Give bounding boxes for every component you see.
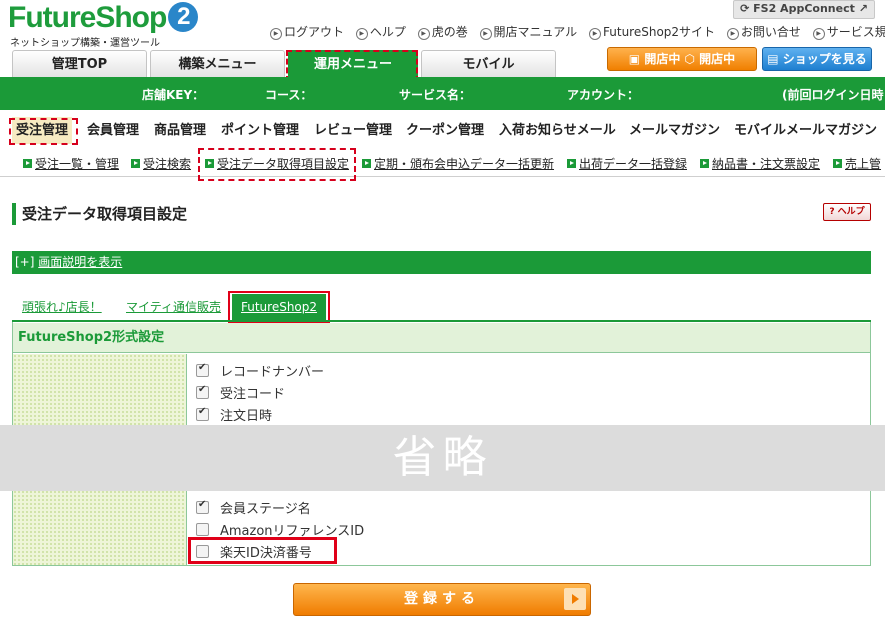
- show-description-link[interactable]: 画面説明を表示: [38, 255, 122, 269]
- submenu-members[interactable]: 会員管理: [87, 117, 139, 144]
- help-link[interactable]: ▶ ヘルプ: [355, 25, 406, 40]
- field-checkbox-item[interactable]: 注文日時: [196, 405, 272, 424]
- shop-status-button[interactable]: ▣ 開店中 ⬡ 開店中: [607, 47, 757, 71]
- logo-tagline: ネットショップ構築・運営ツール: [10, 38, 160, 49]
- submenu-reviews[interactable]: レビュー管理: [314, 117, 392, 144]
- question-icon: ?: [829, 207, 838, 217]
- link-invoice-settings[interactable]: 納品書・注文票設定: [700, 155, 820, 172]
- arrow-icon: ▶: [589, 28, 602, 40]
- arrow-icon: ▶: [270, 28, 282, 40]
- link-shipping-bulk-register[interactable]: 出荷データ一括登録: [567, 155, 687, 172]
- arrow-icon: [833, 159, 842, 168]
- arrow-icon: [23, 159, 32, 168]
- help-button[interactable]: ? ヘルプ: [823, 203, 871, 221]
- checkbox[interactable]: [196, 384, 209, 399]
- highlight-frame: [9, 118, 78, 145]
- submenu-mobile-mail-magazine[interactable]: モバイルメールマガジン: [734, 117, 877, 144]
- arrow-icon: ▶: [479, 28, 492, 40]
- top-links: ▶ ログアウト ▶ ヘルプ ▶ 虎の巻 ▶ 開店マニュアル ▶ FutureShop2サイ…: [270, 23, 885, 40]
- link-order-search[interactable]: 受注検索: [131, 155, 191, 172]
- last-login-label: (前回ログイン日時: [782, 88, 884, 102]
- external-link-icon: ↗: [854, 2, 868, 15]
- field-checkbox-item[interactable]: レコードナンバー: [196, 361, 324, 380]
- arrow-icon: ▶: [417, 28, 430, 40]
- monitor-icon: ▣: [628, 52, 645, 66]
- appconnect-link[interactable]: ⟳ FS2 AppConnect ↗: [733, 0, 875, 19]
- order-submenu: 受注一覧・管理 受注検索 受注データ取得項目設定 定期・頒布会申込データ一括更新…: [0, 150, 885, 177]
- link-order-list[interactable]: 受注一覧・管理: [23, 155, 119, 172]
- description-toggle-bar: [+] 画面説明を表示: [12, 251, 871, 274]
- submenu-mail-magazine[interactable]: メールマガジン: [629, 117, 720, 144]
- opening-manual-link[interactable]: ▶ 開店マニュアル: [479, 25, 577, 40]
- checkbox[interactable]: [196, 362, 209, 377]
- appconnect-label: FS2 AppConnect: [753, 2, 855, 15]
- expand-marker: [+]: [15, 255, 35, 269]
- submenu-points[interactable]: ポイント管理: [221, 117, 299, 144]
- checkbox[interactable]: [196, 406, 209, 421]
- submenu-restock-mail[interactable]: 入荷お知らせメール: [499, 117, 616, 144]
- futureshop2-site-link[interactable]: ▶ FutureShop2サイト: [589, 25, 715, 40]
- arrow-icon: [131, 159, 140, 168]
- tab-mighty-tsushin[interactable]: マイティ通信販売: [126, 298, 221, 315]
- panel-title: FutureShop2形式設定: [13, 323, 870, 353]
- tab-mobile[interactable]: モバイル: [421, 50, 556, 78]
- view-shop-button[interactable]: ▤ ショップを見る: [762, 47, 872, 71]
- tora-no-maki-link[interactable]: ▶ 虎の巻: [417, 25, 468, 40]
- arrow-icon: ▶: [812, 28, 825, 40]
- terms-link[interactable]: ▶サービス規約: [812, 25, 885, 40]
- checkbox[interactable]: [196, 523, 209, 536]
- highlight-frame: [198, 148, 356, 181]
- futureshop-logo: FutureShop 2 ネットショップ構築・運営ツール: [8, 1, 213, 49]
- register-button[interactable]: 登録する: [293, 583, 591, 616]
- arrow-icon: [362, 159, 371, 168]
- arrow-icon: [700, 159, 709, 168]
- contact-link[interactable]: ▶ お問い合せ: [726, 25, 801, 40]
- tab-ganbare-tencho[interactable]: 頑張れ♪店長！: [22, 298, 102, 315]
- tab-admin-top[interactable]: 管理TOP: [12, 50, 147, 78]
- arrow-icon: [567, 159, 576, 168]
- chevron-right-icon: [564, 588, 586, 610]
- arrow-icon: ▶: [355, 28, 368, 40]
- account-info-bar: 店舗KEY： コース： サービス名： アカウント： (前回ログイン日時: [0, 77, 885, 110]
- logo-badge: 2: [168, 2, 199, 32]
- arrow-icon: ▶: [726, 28, 739, 40]
- tab-build-menu[interactable]: 構築メニュー: [150, 50, 285, 78]
- logout-link[interactable]: ▶ ログアウト: [270, 25, 344, 40]
- account-label: アカウント：: [567, 88, 640, 102]
- appconnect-icon: ⟳: [740, 2, 754, 15]
- sub-menu: 受注管理 会員管理 商品管理 ポイント管理 レビュー管理 クーポン管理 入荷お知…: [0, 117, 885, 144]
- checkbox[interactable]: [196, 499, 209, 514]
- highlight-frame: [188, 537, 337, 564]
- link-subscription-bulk-update[interactable]: 定期・頒布会申込データ一括更新: [362, 155, 554, 172]
- submenu-coupons[interactable]: クーポン管理: [406, 117, 484, 144]
- field-checkbox-item[interactable]: 会員ステージ名: [196, 498, 311, 517]
- logo-text: FutureShop: [8, 1, 167, 34]
- field-checkbox-item[interactable]: 受注コード: [196, 383, 285, 402]
- service-name-label: サービス名：: [399, 88, 472, 102]
- tag-icon: ⬡: [684, 52, 700, 66]
- window-icon: ▤: [767, 52, 783, 66]
- submenu-products[interactable]: 商品管理: [154, 117, 206, 144]
- omitted-section-band: 省略: [0, 425, 885, 491]
- store-key-label: 店舗KEY：: [142, 88, 205, 102]
- page-title: 受注データ取得項目設定: [12, 203, 187, 225]
- link-sales-management[interactable]: 売上管: [833, 155, 881, 172]
- course-label: コース：: [265, 88, 313, 102]
